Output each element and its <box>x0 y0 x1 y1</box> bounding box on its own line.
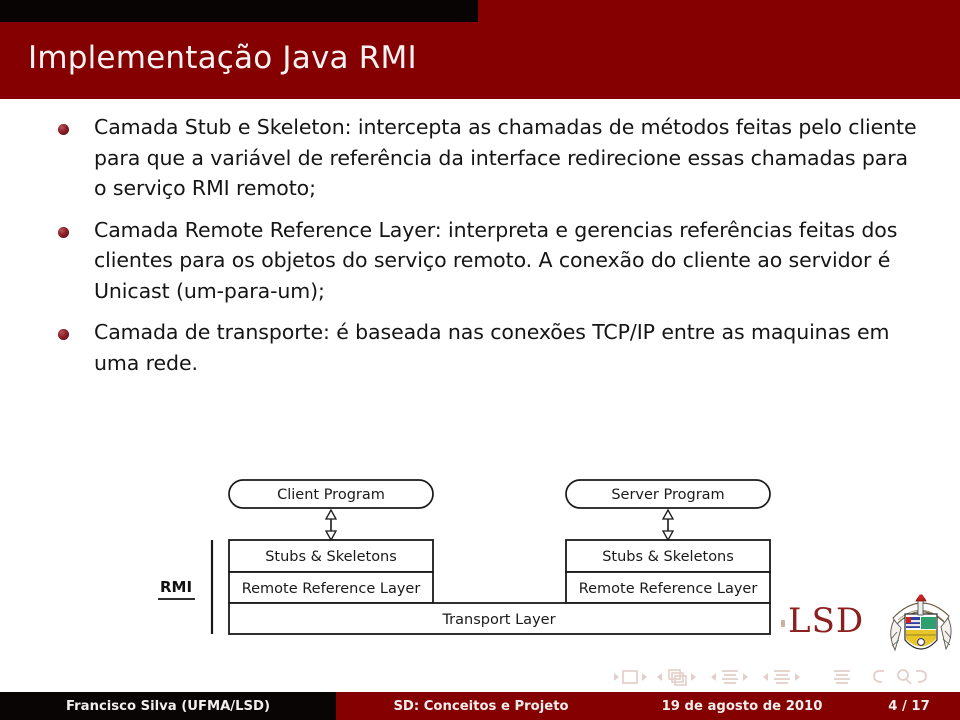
slide-footer: Francisco Silva (UFMA/LSD) SD: Conceitos… <box>0 692 960 720</box>
back-icon <box>873 670 884 683</box>
list-item: Camada Stub e Skeleton: intercepta as ch… <box>0 112 960 204</box>
bullet-sphere-icon <box>58 329 69 340</box>
next-section-icon <box>795 673 800 681</box>
logo-marker-icon <box>781 620 785 627</box>
ufma-coat-of-arms-icon <box>888 592 954 666</box>
server-stubs-label: Stubs & Skeletons <box>602 549 734 565</box>
prev-slide-icon <box>614 673 619 681</box>
list-item-text: Camada de transporte: é baseada nas cone… <box>94 320 890 375</box>
beamer-navigation-bar[interactable] <box>612 666 948 688</box>
section-icon <box>774 670 790 684</box>
footer-page-number: 4 / 17 <box>858 692 960 720</box>
subsection-icon <box>722 670 738 684</box>
prev-subsection-icon <box>711 673 716 681</box>
header-divider <box>0 99 960 101</box>
list-item-text: Camada Remote Reference Layer: interpret… <box>94 217 898 303</box>
search-handle-icon <box>905 678 912 685</box>
server-program-label: Server Program <box>611 487 724 503</box>
client-program-label: Client Program <box>277 487 385 503</box>
prev-frame-icon <box>657 673 662 681</box>
next-slide-icon <box>642 673 647 681</box>
frame-icon <box>668 669 687 686</box>
client-arrow-up-icon <box>324 508 338 520</box>
bullet-list: Camada Stub e Skeleton: intercepta as ch… <box>0 112 960 389</box>
rmi-group-label: RMI <box>160 578 192 596</box>
slide-header: Implementação Java RMI <box>0 0 960 99</box>
server-arrow-down-icon <box>661 530 675 542</box>
server-rrl-label: Remote Reference Layer <box>579 581 758 597</box>
doc-icon <box>834 670 850 684</box>
forward-icon <box>916 670 927 683</box>
client-stubs-label: Stubs & Skeletons <box>265 549 397 565</box>
prev-section-icon <box>763 673 768 681</box>
next-subsection-icon <box>743 673 748 681</box>
bullet-sphere-icon <box>58 226 69 238</box>
client-rrl-label: Remote Reference Layer <box>242 581 421 597</box>
list-item-text: Camada Stub e Skeleton: intercepta as ch… <box>94 115 917 200</box>
lsd-logo: LSD <box>788 601 865 641</box>
bullet-sphere-icon <box>58 124 69 135</box>
footer-date: 19 de agosto de 2010 <box>626 692 858 720</box>
list-item: Camada de transporte: é baseada nas cone… <box>0 317 960 378</box>
server-arrow-up-icon <box>661 508 675 520</box>
client-arrow-down-icon <box>324 530 338 542</box>
transport-layer-label: Transport Layer <box>441 612 555 628</box>
footer-title: SD: Conceitos e Projeto <box>336 692 626 720</box>
header-dark-band <box>0 0 478 22</box>
footer-author: Francisco Silva (UFMA/LSD) <box>0 692 336 720</box>
slide-icon <box>622 670 638 684</box>
page-title: Implementação Java RMI <box>28 40 417 76</box>
next-frame-icon <box>691 673 696 681</box>
list-item: Camada Remote Reference Layer: interpret… <box>0 215 960 307</box>
